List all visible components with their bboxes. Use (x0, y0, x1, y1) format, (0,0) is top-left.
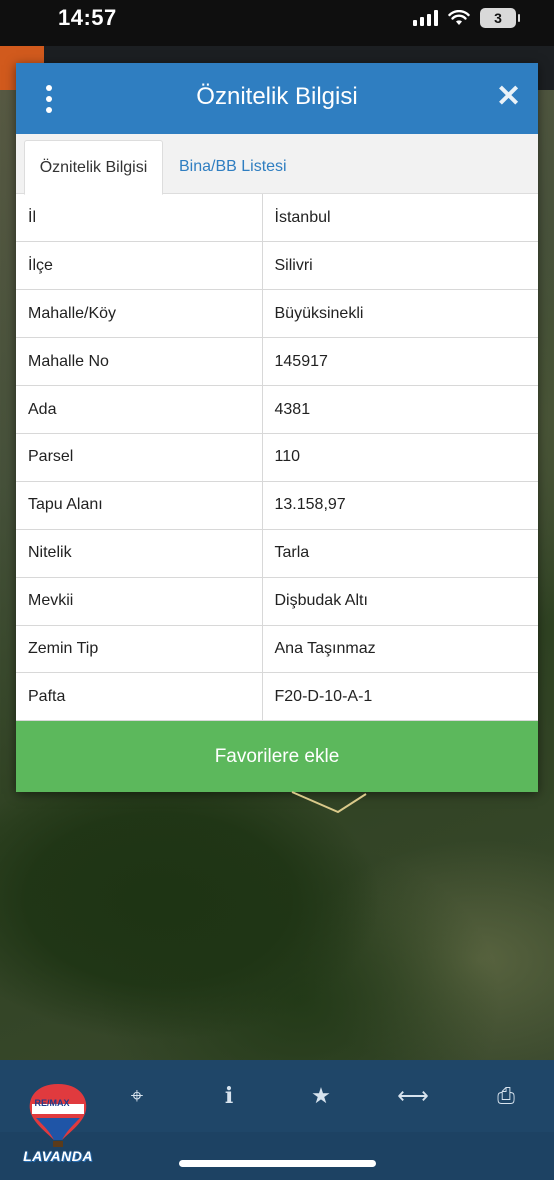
attribute-key: Tapu Alanı (16, 481, 263, 530)
tab-building-list[interactable]: Bina/BB Listesi (167, 140, 299, 195)
attribute-value: F20-D-10-A-1 (262, 672, 538, 722)
attribute-value: 13.158,97 (262, 481, 538, 530)
tab-attribute-info[interactable]: Öznitelik Bilgisi (24, 140, 163, 195)
attribute-key: İlçe (16, 241, 263, 291)
attribute-value: Dişbudak Altı (262, 577, 538, 626)
remax-lavanda-logo[interactable]: RE/MAX LAVANDA (20, 1082, 96, 1168)
attribute-key: Nitelik (16, 529, 263, 578)
add-to-favorites-button[interactable]: Favorilere ekle (16, 721, 538, 792)
attribute-key: Mahalle/Köy (16, 289, 263, 339)
tab-bar: Öznitelik Bilgisi Bina/BB Listesi (16, 134, 538, 195)
locate-icon[interactable]: ⌖ (117, 1080, 157, 1112)
attribute-value: 145917 (262, 337, 538, 387)
close-icon[interactable]: ✕ (496, 81, 521, 113)
logo-text: LAVANDA (23, 1148, 93, 1164)
attribute-value: Silivri (262, 241, 538, 291)
attribute-value: Büyüksinekli (262, 289, 538, 339)
table-row: İl İstanbul (16, 194, 538, 243)
home-indicator[interactable] (179, 1160, 376, 1167)
attribute-key: Mahalle No (16, 337, 263, 387)
table-row: Pafta F20-D-10-A-1 (16, 672, 538, 722)
table-row: Zemin Tip Ana Taşınmaz (16, 625, 538, 674)
table-row: Parsel 110 (16, 433, 538, 482)
status-bar: 14:57 3 (0, 0, 554, 46)
status-time: 14:57 (58, 5, 117, 30)
attribute-value: İstanbul (262, 194, 538, 243)
star-icon[interactable]: ★ (301, 1080, 341, 1112)
attribute-key: Ada (16, 385, 263, 434)
dialog-title: Öznitelik Bilgisi (196, 83, 358, 110)
parcel-boundary (291, 791, 367, 814)
attribute-dialog: Öznitelik Bilgisi ✕ Öznitelik Bilgisi Bi… (16, 63, 538, 792)
table-row: Mahalle No 145917 (16, 337, 538, 387)
wifi-icon (448, 10, 470, 25)
table-row: Ada 4381 (16, 385, 538, 434)
attribute-key: Mevkii (16, 577, 263, 626)
attribute-value: Ana Taşınmaz (262, 625, 538, 674)
status-indicators: 3 (413, 8, 520, 28)
table-row: İlçe Silivri (16, 241, 538, 291)
attribute-key: Pafta (16, 672, 263, 722)
table-row: Tapu Alanı 13.158,97 (16, 481, 538, 530)
table-row: Nitelik Tarla (16, 529, 538, 578)
attribute-key: Zemin Tip (16, 625, 263, 674)
cellular-signal-icon (413, 10, 438, 26)
balloon-icon (29, 1084, 87, 1147)
table-row: Mahalle/Köy Büyüksinekli (16, 289, 538, 339)
info-icon[interactable]: i (209, 1080, 249, 1112)
attribute-value: 4381 (262, 385, 538, 434)
attribute-key: Parsel (16, 433, 263, 482)
balloon-text: RE/MAX (34, 1098, 70, 1108)
attribute-key: İl (16, 194, 263, 243)
measure-icon[interactable]: ⟷ (393, 1080, 433, 1112)
attribute-value: Tarla (262, 529, 538, 578)
attribute-value: 110 (262, 433, 538, 482)
dialog-header: Öznitelik Bilgisi ✕ (16, 63, 538, 134)
table-row: Mevkii Dişbudak Altı (16, 577, 538, 626)
print-icon[interactable]: ⎙ (486, 1080, 526, 1112)
battery-indicator: 3 (480, 8, 520, 28)
attribute-table: İl İstanbul İlçe Silivri Mahalle/Köy Büyüksin… (16, 194, 538, 722)
